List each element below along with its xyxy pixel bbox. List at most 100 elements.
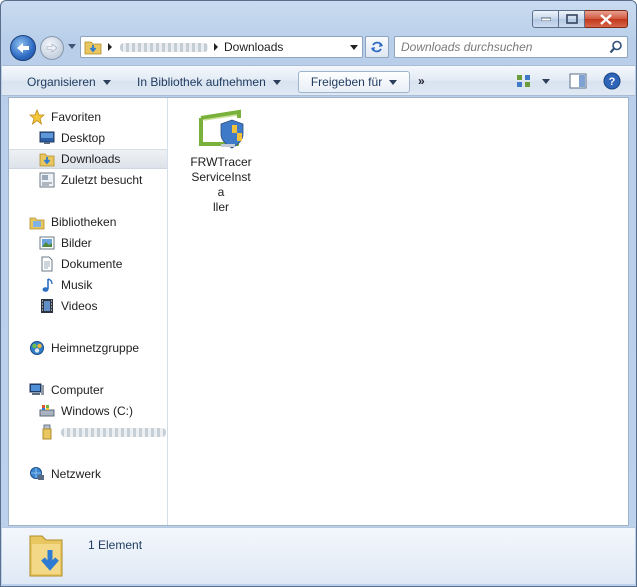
refresh-icon (371, 41, 383, 53)
file-name-line-1: FRWTracer (190, 155, 252, 169)
explorer-window: Downloads Organisieren In Bibliothek auf… (0, 0, 637, 587)
breadcrumb-user-blurred[interactable] (120, 42, 208, 52)
sidebar-item-recent-places[interactable]: Zuletzt besucht (9, 170, 167, 190)
sidebar-item-label: Computer (51, 383, 104, 397)
star-icon (28, 109, 46, 125)
sidebar-item-label: Downloads (61, 152, 121, 166)
file-list[interactable]: FRWTracer ServiceInsta ller (169, 98, 628, 525)
chevron-down-icon (542, 78, 550, 84)
address-history-dropdown[interactable] (350, 45, 358, 50)
sidebar-item-documents[interactable]: Dokumente (9, 254, 167, 274)
background-smudge (384, 100, 504, 138)
sidebar-item-music[interactable]: Musik (9, 275, 167, 295)
chevron-down-icon (389, 79, 398, 85)
sidebar-item-homegroup[interactable]: Heimnetzgruppe (9, 338, 167, 358)
share-with-label: Freigeben für (310, 75, 383, 89)
network-icon (28, 466, 46, 482)
computer-icon (28, 382, 46, 398)
downloads-folder-icon (29, 535, 63, 577)
windows-drive-icon (38, 403, 56, 419)
main-area: Favoriten Desktop Downloads Zuletzt besu… (8, 97, 629, 526)
pictures-icon (38, 235, 56, 251)
sidebar-item-label: Zuletzt besucht (61, 173, 143, 187)
library-icon (28, 214, 46, 230)
documents-icon (38, 256, 56, 272)
view-grid-icon (517, 75, 530, 87)
sidebar-item-computer[interactable]: Computer (9, 380, 167, 400)
sidebar-item-label: Bibliotheken (51, 215, 117, 229)
breadcrumb-separator[interactable] (108, 43, 112, 51)
chevron-down-icon (272, 79, 281, 85)
back-button[interactable] (10, 35, 36, 61)
command-bar: Organisieren In Bibliothek aufnehmen Fre… (2, 65, 635, 96)
close-icon (600, 13, 612, 25)
file-name: FRWTracer ServiceInsta ller (189, 155, 253, 215)
sidebar-item-label: Heimnetzgruppe (51, 341, 140, 355)
preview-pane-button[interactable] (565, 70, 591, 92)
file-name-line-3: ller (212, 200, 229, 214)
sidebar-item-label: Dokumente (61, 257, 123, 271)
downloads-folder-icon (84, 41, 102, 55)
search-input[interactable] (395, 37, 595, 57)
usb-drive-icon (38, 424, 56, 440)
organize-button[interactable]: Organisieren (18, 71, 120, 93)
chevron-down-icon (102, 79, 111, 85)
sidebar-item-label: Netzwerk (51, 467, 102, 481)
sidebar-item-label: Musik (61, 278, 93, 292)
music-note-icon (38, 277, 56, 293)
search-icon[interactable] (609, 40, 623, 54)
recent-pages-dropdown[interactable] (68, 44, 76, 49)
forward-button[interactable] (40, 36, 64, 60)
navigation-bar: Downloads (10, 33, 628, 61)
sidebar-item-label: Bilder (61, 236, 92, 250)
add-to-library-button[interactable]: In Bibliothek aufnehmen (128, 71, 290, 93)
more-commands-button[interactable]: » (418, 74, 425, 88)
share-with-button[interactable]: Freigeben für (298, 71, 410, 93)
sidebar-item-usb-drive[interactable] (9, 422, 167, 442)
downloads-folder-icon (38, 151, 56, 167)
sidebar-item-label: Desktop (61, 131, 106, 145)
restore-icon (565, 14, 578, 24)
recent-places-icon (38, 172, 56, 188)
organize-label: Organisieren (27, 75, 96, 89)
sidebar-item-favorites[interactable]: Favoriten (9, 107, 167, 127)
sidebar-item-network[interactable]: Netzwerk (9, 464, 167, 484)
details-pane: 1 Element (2, 527, 635, 584)
homegroup-icon (28, 340, 46, 356)
refresh-button[interactable] (365, 36, 389, 58)
svg-text:?: ? (609, 76, 616, 88)
address-bar[interactable]: Downloads (80, 36, 363, 58)
minimize-icon (540, 17, 551, 21)
sidebar-item-label: Windows (C:) (61, 404, 134, 418)
close-button[interactable] (585, 10, 628, 28)
arrow-left-icon (17, 43, 29, 53)
search-box[interactable] (394, 36, 628, 58)
videos-film-icon (38, 298, 56, 314)
minimize-button[interactable] (532, 10, 559, 28)
caption-buttons (532, 10, 628, 28)
maximize-button[interactable] (559, 10, 585, 28)
installer-shield-icon (199, 109, 244, 149)
sidebar-item-videos[interactable]: Videos (9, 296, 167, 316)
help-icon: ? (603, 72, 621, 90)
preview-pane-icon (569, 73, 587, 89)
sidebar-item-label: Videos (61, 299, 98, 313)
add-to-library-label: In Bibliothek aufnehmen (137, 75, 266, 89)
sidebar-item-label: Favoriten (51, 110, 102, 124)
breadcrumb-current[interactable]: Downloads (224, 40, 283, 54)
sidebar-item-downloads[interactable]: Downloads (9, 149, 167, 169)
change-view-button[interactable] (511, 70, 537, 92)
sidebar-item-pictures[interactable]: Bilder (9, 233, 167, 253)
breadcrumb-separator[interactable] (214, 43, 218, 51)
sidebar-item-libraries[interactable]: Bibliotheken (9, 212, 167, 232)
desktop-icon (38, 130, 56, 146)
sidebar-item-desktop[interactable]: Desktop (9, 128, 167, 148)
view-options-dropdown[interactable] (539, 70, 553, 92)
file-name-line-2: ServiceInsta (191, 170, 251, 199)
navigation-pane[interactable]: Favoriten Desktop Downloads Zuletzt besu… (9, 98, 168, 525)
sidebar-item-drive-c[interactable]: Windows (C:) (9, 401, 167, 421)
file-item[interactable]: FRWTracer ServiceInsta ller (189, 106, 253, 215)
help-button[interactable]: ? (599, 70, 625, 92)
drive-label-blurred (61, 427, 166, 437)
arrow-right-icon (46, 43, 58, 53)
